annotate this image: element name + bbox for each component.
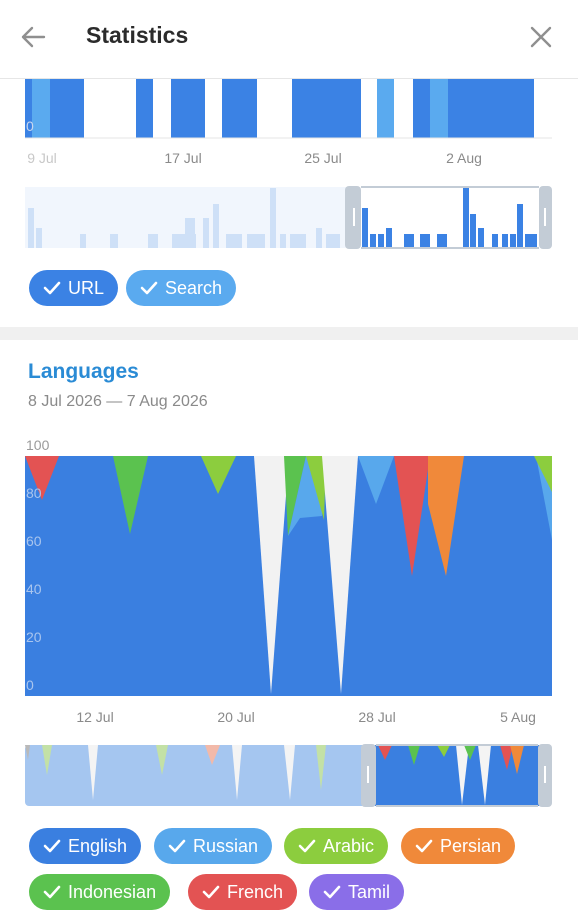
checkmark-icon xyxy=(323,885,341,899)
filter-chip-indonesian[interactable]: Indonesian xyxy=(29,874,171,910)
checkmark-icon xyxy=(43,885,61,899)
chip-label: Arabic xyxy=(323,835,375,856)
chip-label: Russian xyxy=(193,835,259,856)
filter-chip-persian[interactable]: Persian xyxy=(401,828,516,864)
chip-label: English xyxy=(68,835,128,856)
chip-label: Tamil xyxy=(348,881,391,902)
filter-chip-tamil[interactable]: Tamil xyxy=(309,874,405,910)
chip-label: Indonesian xyxy=(68,881,157,902)
languages-zoom-minimap[interactable] xyxy=(0,0,578,920)
checkmark-icon xyxy=(202,885,220,899)
filter-chip-english[interactable]: English xyxy=(29,828,142,864)
chip-label: French xyxy=(227,881,284,902)
filter-chip-russian[interactable]: Russian xyxy=(154,828,273,864)
checkmark-icon xyxy=(43,839,61,853)
checkmark-icon xyxy=(168,839,186,853)
checkmark-icon xyxy=(415,839,433,853)
filter-chip-french[interactable]: French xyxy=(188,874,298,910)
chip-label: Persian xyxy=(440,835,502,856)
filter-chip-arabic[interactable]: Arabic xyxy=(284,828,389,864)
checkmark-icon xyxy=(298,839,316,853)
